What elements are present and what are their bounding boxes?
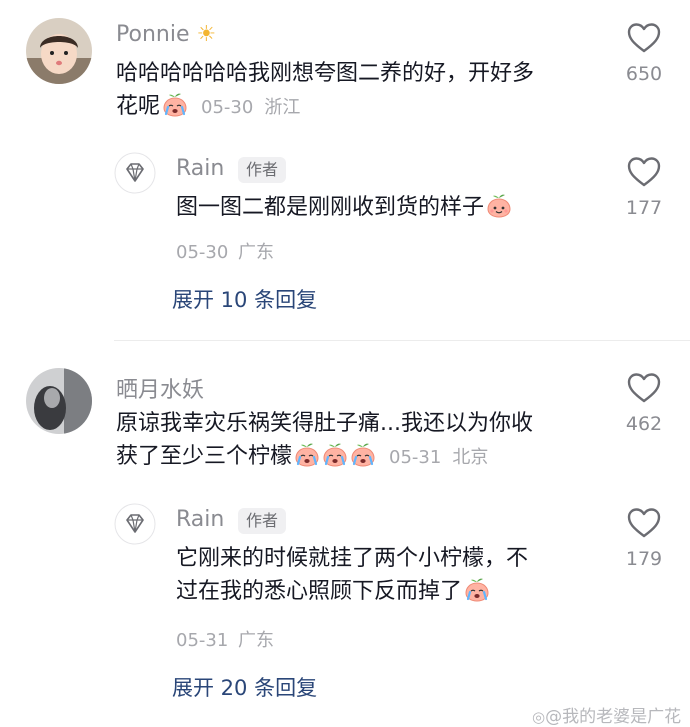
crying-peach-emoji bbox=[294, 442, 320, 468]
comment-text: 原谅我幸灾乐祸笑得肚子痛...我还以为你收 获了至少三个柠檬 05-31 北京 bbox=[116, 411, 533, 469]
author-avatar-diamond-icon[interactable] bbox=[114, 152, 156, 194]
reply-location: 广东 bbox=[238, 630, 275, 651]
sun-icon: ☀ bbox=[196, 22, 217, 47]
reply-author[interactable]: Rain bbox=[176, 507, 224, 532]
comment-date: 05-30 bbox=[201, 97, 254, 118]
reply-date: 05-31 bbox=[176, 630, 229, 651]
reply-meta: 05-30 广东 bbox=[176, 238, 274, 264]
expand-replies-link[interactable]: 展开 20 条回复 bbox=[172, 672, 317, 702]
crying-peach-emoji bbox=[322, 442, 348, 468]
reply-date: 05-30 bbox=[176, 242, 229, 263]
reply-meta: 05-31 广东 bbox=[176, 626, 274, 652]
crying-peach-emoji bbox=[464, 577, 490, 603]
crying-peach-emoji bbox=[350, 442, 376, 468]
divider bbox=[114, 340, 690, 341]
like-count: 650 bbox=[625, 63, 663, 85]
comment-location: 浙江 bbox=[264, 97, 301, 118]
reply-text: 它刚来的时候就挂了两个小柠檬，不 过在我的悉心照顾下反而掉了 bbox=[176, 546, 529, 604]
author-avatar-diamond-icon[interactable] bbox=[114, 503, 156, 545]
like-heart-icon[interactable] bbox=[627, 156, 661, 188]
like-heart-icon[interactable] bbox=[627, 372, 661, 404]
comment-date: 05-31 bbox=[389, 447, 442, 468]
like-count: 177 bbox=[625, 197, 663, 219]
comment-author[interactable]: 晒月水妖 bbox=[116, 372, 204, 404]
like-count: 462 bbox=[625, 413, 663, 435]
avatar[interactable] bbox=[26, 368, 92, 434]
reply-author[interactable]: Rain bbox=[176, 156, 224, 181]
like-count: 179 bbox=[625, 548, 663, 570]
reply-location: 广东 bbox=[238, 242, 275, 263]
weibo-logo-icon: ◎ bbox=[532, 708, 546, 726]
weibo-watermark: ◎@我的老婆是广花 bbox=[532, 707, 682, 727]
avatar[interactable] bbox=[26, 18, 92, 84]
comment-text: 哈哈哈哈哈哈我刚想夸图二养的好，开好多 花呢 05-30 浙江 bbox=[116, 61, 535, 119]
author-badge: 作者 bbox=[238, 157, 287, 183]
comment-author[interactable]: Ponnie ☀ bbox=[116, 22, 216, 47]
like-heart-icon[interactable] bbox=[627, 22, 661, 54]
expand-replies-link[interactable]: 展开 10 条回复 bbox=[172, 284, 317, 314]
crying-peach-emoji bbox=[162, 92, 188, 118]
author-badge: 作者 bbox=[238, 508, 287, 534]
like-heart-icon[interactable] bbox=[627, 507, 661, 539]
smiling-peach-emoji bbox=[486, 193, 512, 219]
reply-text: 图一图二都是刚刚收到货的样子 bbox=[176, 191, 512, 224]
comment-location: 北京 bbox=[452, 447, 489, 468]
